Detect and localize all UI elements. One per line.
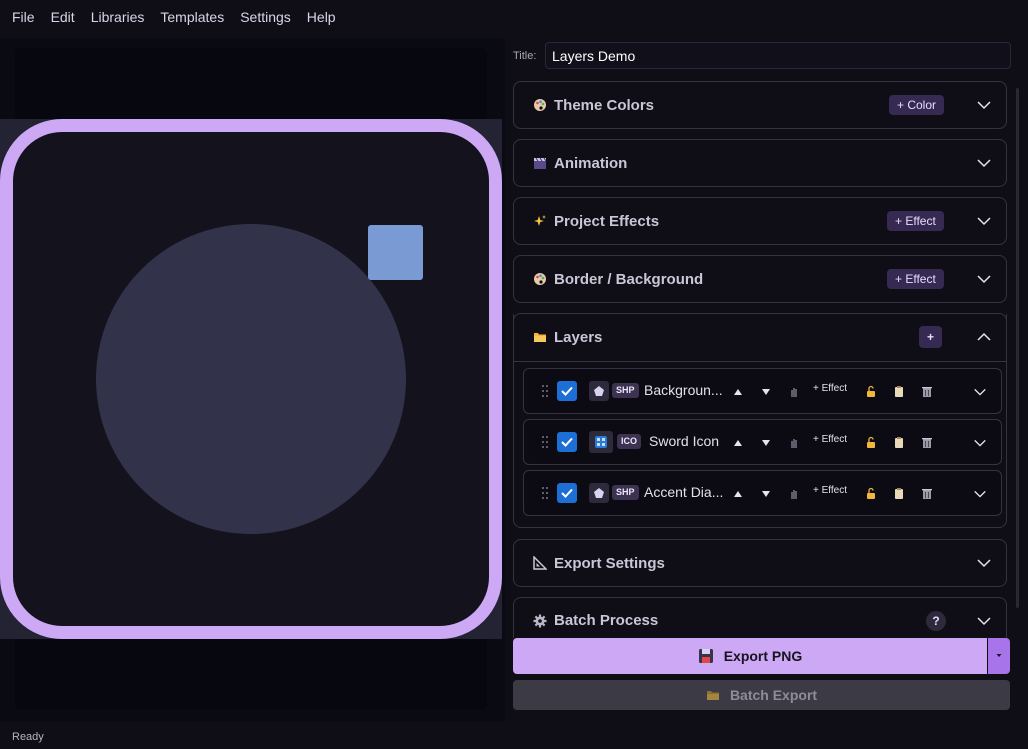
trash-icon[interactable] bbox=[921, 385, 933, 398]
layer-row[interactable]: SHP Backgroun... + Effect bbox=[523, 368, 1002, 414]
export-png-label: Export PNG bbox=[723, 648, 803, 664]
clapper-icon bbox=[532, 155, 548, 171]
icon-layer-icon bbox=[589, 431, 613, 453]
section-header[interactable]: Export Settings bbox=[514, 540, 1006, 586]
layer-visible-checkbox[interactable] bbox=[557, 432, 577, 452]
add-effect-button[interactable]: + Effect bbox=[813, 485, 847, 496]
layer-name[interactable]: Backgroun... bbox=[644, 382, 723, 398]
move-up-icon[interactable] bbox=[732, 386, 744, 398]
help-button[interactable]: ? bbox=[926, 611, 946, 631]
menu-bar: File Edit Libraries Templates Settings H… bbox=[0, 0, 1028, 34]
section-title: Animation bbox=[554, 154, 628, 172]
shape-icon bbox=[589, 381, 609, 401]
chevron-down-icon[interactable] bbox=[973, 487, 987, 501]
trash-icon[interactable] bbox=[921, 487, 933, 500]
section-title: Batch Process bbox=[554, 612, 659, 629]
add-color-button[interactable]: + Color bbox=[889, 95, 945, 115]
title-label: Title: bbox=[513, 49, 537, 62]
section-theme-colors[interactable]: Theme Colors + Color bbox=[513, 81, 1007, 129]
section-batch-process[interactable]: Batch Process ? bbox=[513, 597, 1007, 638]
export-png-button[interactable]: Export PNG bbox=[513, 638, 987, 674]
layer-row[interactable]: ICO Sword Icon + Effect bbox=[523, 419, 1002, 465]
floppy-disk-icon bbox=[698, 649, 713, 663]
palette-icon bbox=[532, 271, 548, 287]
move-down-icon[interactable] bbox=[760, 488, 772, 500]
hand-icon[interactable] bbox=[788, 385, 800, 399]
drag-handle-icon[interactable] bbox=[542, 385, 550, 397]
menu-help[interactable]: Help bbox=[299, 0, 344, 34]
hand-icon[interactable] bbox=[788, 487, 800, 501]
title-row: Title: bbox=[513, 42, 1011, 69]
move-down-icon[interactable] bbox=[760, 437, 772, 449]
clipboard-icon[interactable] bbox=[893, 487, 905, 500]
add-effect-button[interactable]: + Effect bbox=[813, 383, 847, 394]
move-up-icon[interactable] bbox=[732, 488, 744, 500]
chevron-down-icon[interactable] bbox=[976, 213, 992, 229]
shape-icon bbox=[589, 483, 609, 503]
folder-icon bbox=[706, 691, 719, 700]
section-title: Border / Background bbox=[554, 270, 704, 288]
chevron-down-icon[interactable] bbox=[973, 385, 987, 399]
clipboard-icon[interactable] bbox=[893, 385, 905, 398]
batch-export-label: Batch Export bbox=[729, 687, 818, 703]
caret-down-icon bbox=[996, 654, 1002, 657]
section-title: Export Settings bbox=[554, 554, 665, 572]
move-down-icon[interactable] bbox=[760, 386, 772, 398]
panel-scrollbar[interactable] bbox=[1016, 88, 1019, 608]
chevron-down-icon[interactable] bbox=[976, 271, 992, 287]
preview-background-circle bbox=[96, 224, 406, 534]
layer-visible-checkbox[interactable] bbox=[557, 381, 577, 401]
layer-type-badge: SHP bbox=[612, 485, 639, 500]
add-effect-button[interactable]: + Effect bbox=[813, 434, 847, 445]
chevron-down-icon[interactable] bbox=[976, 155, 992, 171]
unlock-icon[interactable] bbox=[865, 487, 877, 500]
menu-file[interactable]: File bbox=[4, 0, 43, 34]
section-project-effects[interactable]: Project Effects + Effect bbox=[513, 197, 1007, 245]
clipboard-icon[interactable] bbox=[893, 436, 905, 449]
menu-libraries[interactable]: Libraries bbox=[83, 0, 153, 34]
drag-handle-icon[interactable] bbox=[542, 436, 550, 448]
sparkles-icon bbox=[532, 213, 548, 229]
move-up-icon[interactable] bbox=[732, 437, 744, 449]
unlock-icon[interactable] bbox=[865, 436, 877, 449]
layers-list: SHP Backgroun... + Effect ICO Sword Icon… bbox=[513, 314, 1007, 528]
menu-settings[interactable]: Settings bbox=[232, 0, 299, 34]
triangle-ruler-icon bbox=[532, 555, 548, 571]
layer-row[interactable]: SHP Accent Dia... + Effect bbox=[523, 470, 1002, 516]
batch-export-button[interactable]: Batch Export bbox=[513, 680, 1010, 710]
hand-icon[interactable] bbox=[788, 436, 800, 450]
chevron-down-icon[interactable] bbox=[976, 613, 992, 629]
palette-icon bbox=[532, 97, 548, 113]
layer-type-badge: SHP bbox=[612, 383, 639, 398]
chevron-down-icon[interactable] bbox=[976, 97, 992, 113]
gear-icon bbox=[532, 613, 548, 629]
section-animation[interactable]: Animation bbox=[513, 139, 1007, 187]
add-effect-button[interactable]: + Effect bbox=[887, 269, 944, 289]
layer-name[interactable]: Sword Icon bbox=[649, 433, 719, 449]
drag-handle-icon[interactable] bbox=[542, 487, 550, 499]
export-options-dropdown[interactable] bbox=[988, 638, 1010, 674]
trash-icon[interactable] bbox=[921, 436, 933, 449]
chevron-down-icon[interactable] bbox=[973, 436, 987, 450]
add-effect-button[interactable]: + Effect bbox=[887, 211, 944, 231]
status-text: Ready bbox=[12, 731, 44, 743]
section-export-settings[interactable]: Export Settings bbox=[513, 539, 1007, 587]
section-title: Theme Colors bbox=[554, 96, 655, 114]
title-input[interactable] bbox=[545, 42, 1011, 69]
unlock-icon[interactable] bbox=[865, 385, 877, 398]
section-title: Project Effects bbox=[554, 212, 660, 230]
preview-image[interactable] bbox=[0, 119, 502, 639]
section-header[interactable]: Animation bbox=[514, 140, 1006, 186]
layer-visible-checkbox[interactable] bbox=[557, 483, 577, 503]
preview-accent-square bbox=[368, 225, 423, 280]
properties-panel: Title: Theme Colors + Color Animation P bbox=[505, 38, 1028, 722]
chevron-down-icon[interactable] bbox=[976, 555, 992, 571]
layer-name[interactable]: Accent Dia... bbox=[644, 484, 723, 500]
menu-templates[interactable]: Templates bbox=[152, 0, 232, 34]
section-border-background[interactable]: Border / Background + Effect bbox=[513, 255, 1007, 303]
layer-type-badge: ICO bbox=[617, 434, 642, 449]
menu-edit[interactable]: Edit bbox=[43, 0, 83, 34]
